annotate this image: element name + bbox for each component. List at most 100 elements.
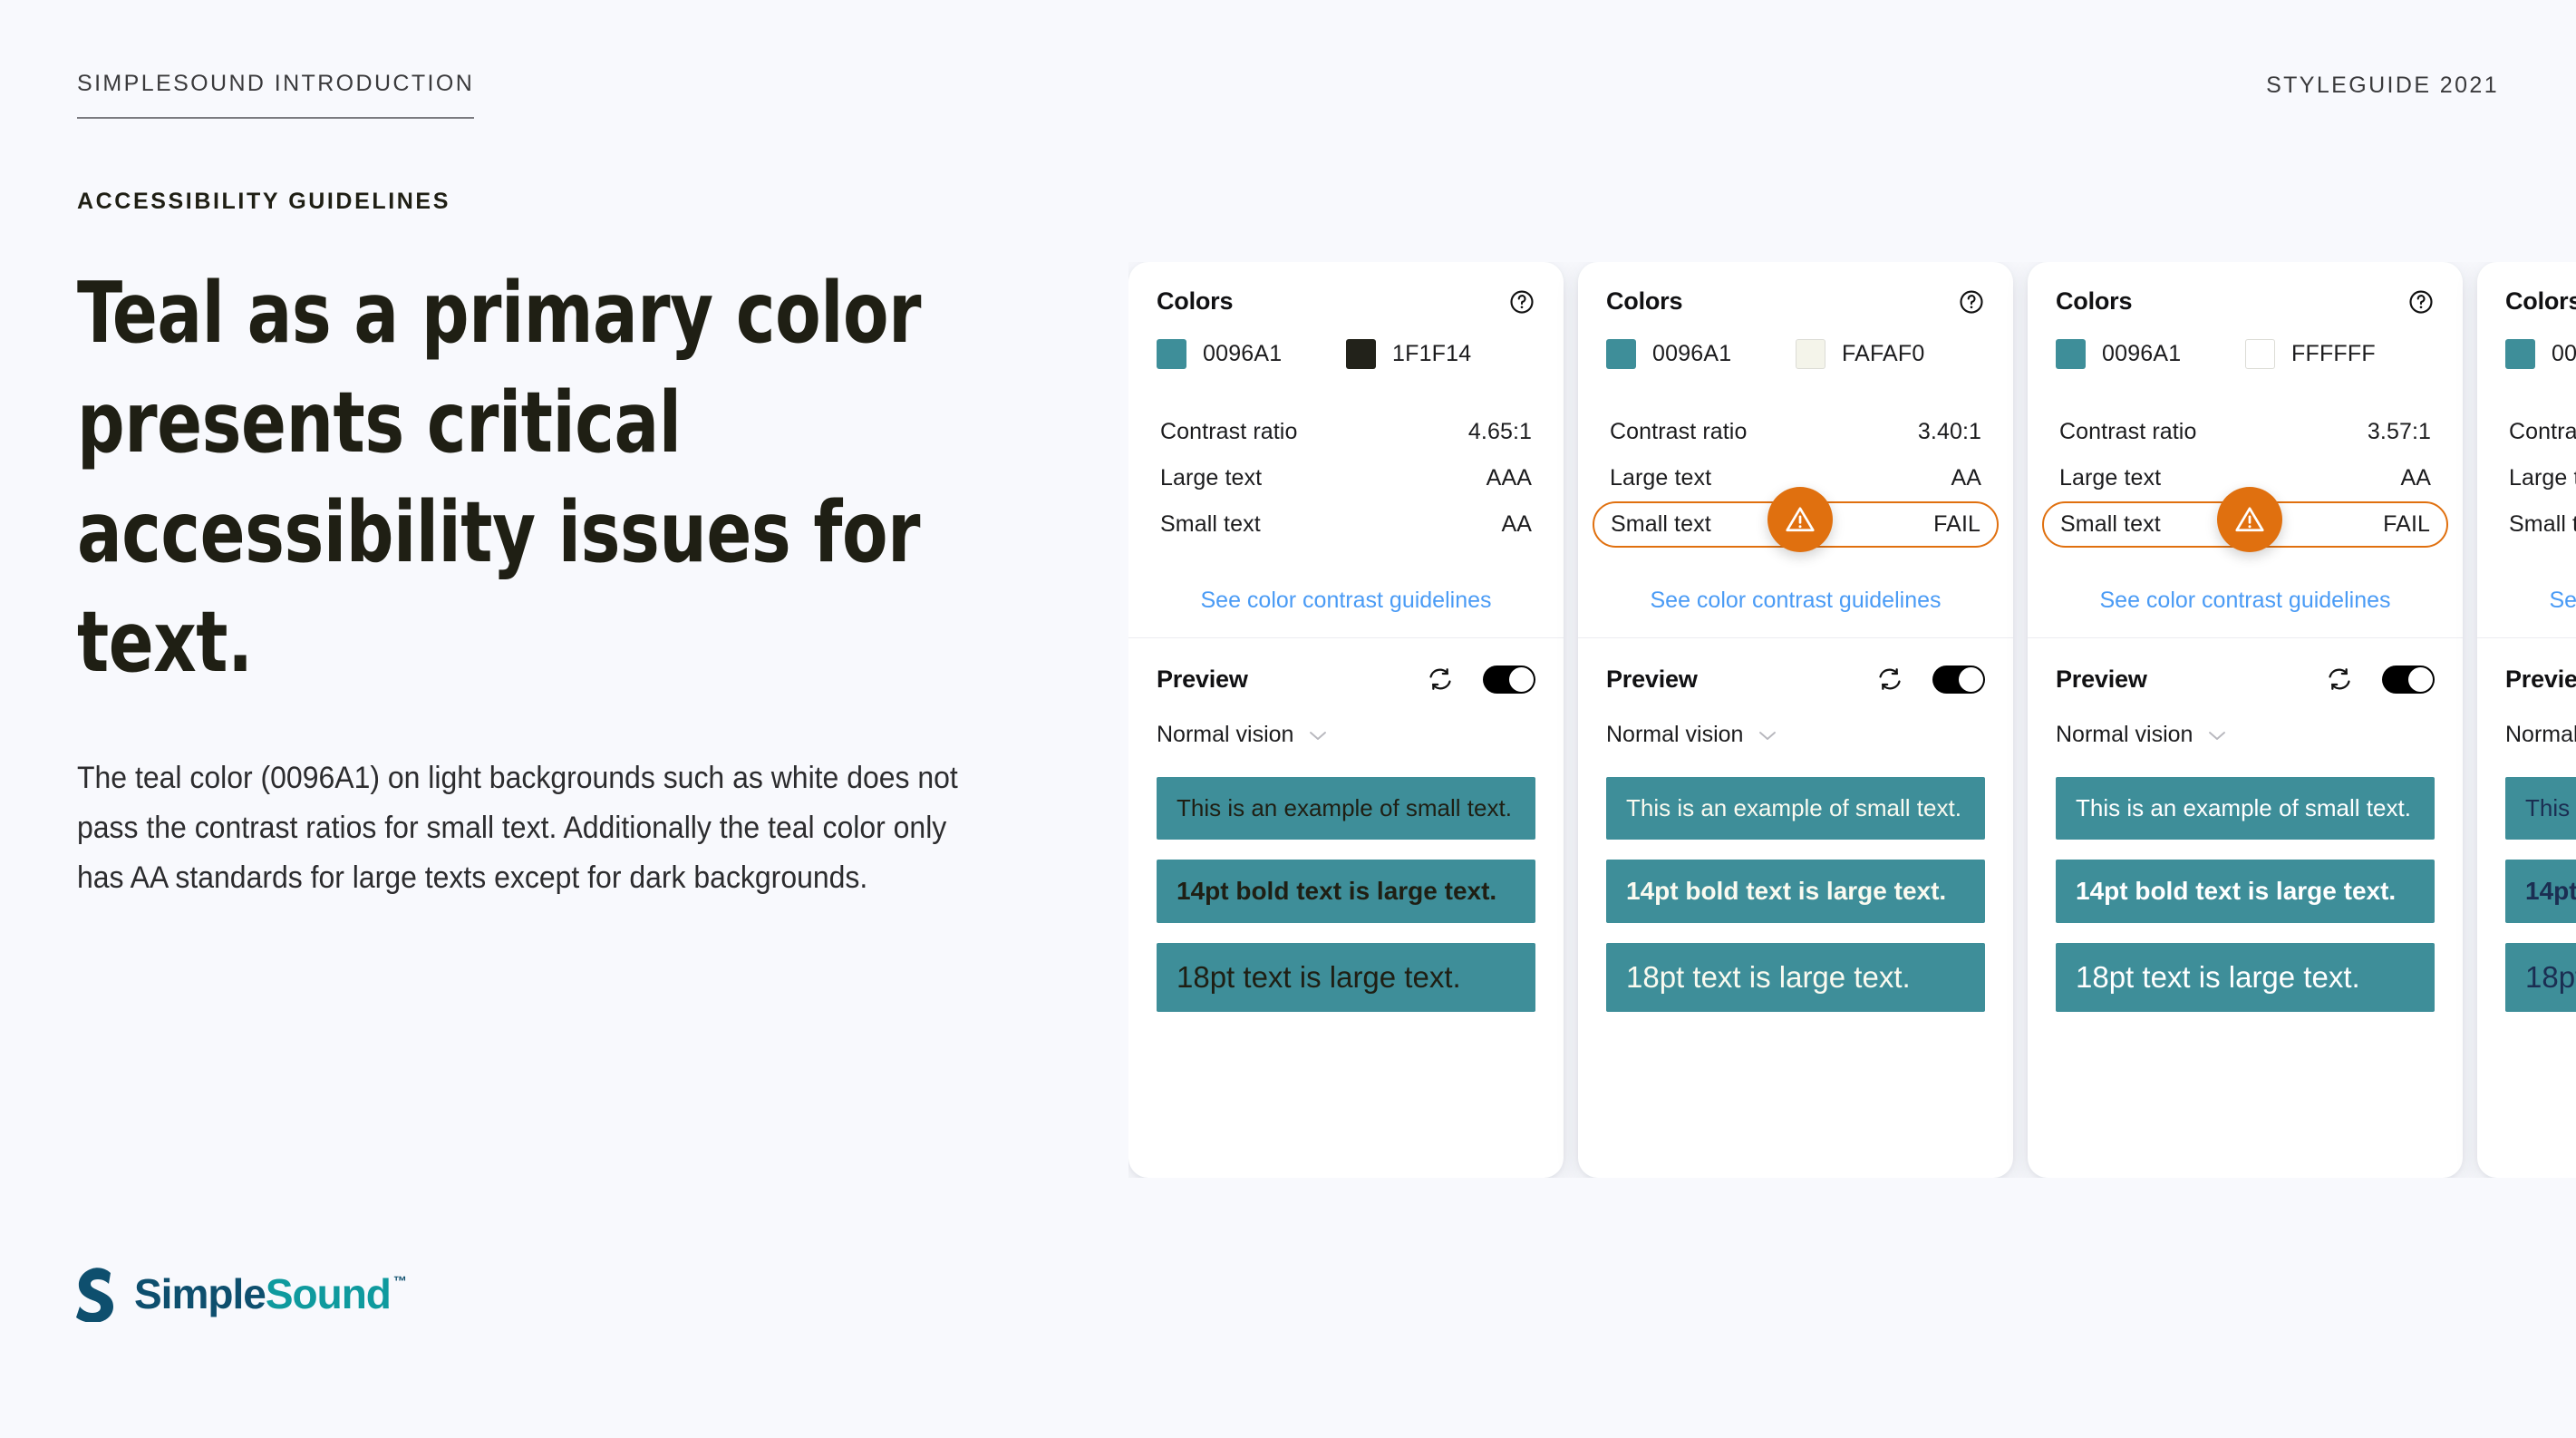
color-contrast-guidelines-link[interactable]: See color contrast guidelines bbox=[2505, 588, 2576, 614]
contrast-ratio-row: Contrast ratio bbox=[2505, 409, 2576, 455]
section-kicker: ACCESSIBILITY GUIDELINES bbox=[77, 189, 450, 214]
trademark-symbol: ™ bbox=[392, 1274, 407, 1289]
vision-mode-label: Normal vision bbox=[2505, 722, 2576, 747]
contrast-card: Colors 0096A1 FAFAF0 Contrast ratio 3.40:1 La… bbox=[1578, 262, 2013, 1178]
colors-header: Colors bbox=[1606, 287, 1985, 316]
contrast-ratio-label: Contrast ratio bbox=[1610, 419, 1748, 444]
small-text-label: Small text bbox=[2060, 511, 2161, 537]
background-swatch[interactable]: 1F1F14 bbox=[1346, 339, 1535, 369]
preview-header: Preview bbox=[1157, 664, 1535, 695]
color-contrast-guidelines-link[interactable]: See color contrast guidelines bbox=[2056, 588, 2435, 614]
large-text-label: Large text bbox=[1610, 465, 1712, 491]
colors-title: Colors bbox=[1157, 287, 1234, 315]
foreground-color-chip[interactable] bbox=[1157, 339, 1186, 369]
chevron-down-icon bbox=[2207, 722, 2227, 748]
help-circle-icon[interactable] bbox=[1958, 288, 1985, 316]
preview-header: Preview bbox=[2505, 664, 2576, 695]
large-text-label: Large text bbox=[2509, 465, 2576, 491]
sample-large-text: 18pt text is large text. bbox=[1157, 943, 1535, 1012]
warning-triangle-icon[interactable] bbox=[2217, 487, 2282, 552]
foreground-color-chip[interactable] bbox=[2505, 339, 2535, 369]
sample-large-text: 18pt text is large text. bbox=[2056, 943, 2435, 1012]
sample-bold-large-text: 14pt bold text is large text. bbox=[2505, 860, 2576, 923]
small-text-value: FAIL bbox=[1933, 511, 1980, 537]
preview-title: Preview bbox=[1606, 665, 1698, 693]
vision-mode-select[interactable]: Normal vision bbox=[2056, 722, 2435, 748]
background-color-chip[interactable] bbox=[1796, 339, 1825, 369]
swap-colors-icon[interactable] bbox=[1874, 664, 1905, 695]
swap-colors-icon[interactable] bbox=[2324, 664, 2355, 695]
contrast-ratio-row: Contrast ratio 3.57:1 bbox=[2056, 409, 2435, 455]
preview-header: Preview bbox=[1606, 664, 1985, 695]
page-title: Teal as a primary color presents critica… bbox=[77, 264, 922, 691]
background-color-chip[interactable] bbox=[1346, 339, 1376, 369]
preview-section: Preview Normal vision This is an example o… bbox=[2477, 638, 2576, 1035]
vision-mode-select[interactable]: Normal vision bbox=[2505, 722, 2576, 748]
help-circle-icon[interactable] bbox=[2407, 288, 2435, 316]
vision-mode-select[interactable]: Normal vision bbox=[1606, 722, 1985, 748]
preview-title: Preview bbox=[2056, 665, 2147, 693]
contrast-cards-rail[interactable]: Colors 0096A1 1F1F14 Contrast ratio 4.65:1 La… bbox=[1128, 262, 2576, 1178]
chevron-down-icon bbox=[1758, 722, 1777, 748]
contrast-ratio-label: Contrast ratio bbox=[1160, 419, 1298, 444]
color-contrast-guidelines-link[interactable]: See color contrast guidelines bbox=[1606, 588, 1985, 614]
breadcrumb-right: STYLEGUIDE 2021 bbox=[2266, 73, 2499, 98]
preview-toggle[interactable] bbox=[2382, 665, 2435, 694]
contrast-ratio-label: Contrast ratio bbox=[2509, 419, 2576, 444]
preview-section: Preview Normal vision This is an example o… bbox=[2028, 638, 2463, 1035]
background-swatch[interactable]: FAFAF0 bbox=[1796, 339, 1985, 369]
warning-triangle-icon[interactable] bbox=[1767, 487, 1833, 552]
vision-mode-select[interactable]: Normal vision bbox=[1157, 722, 1535, 748]
logo-word-simple: Simple bbox=[134, 1270, 266, 1317]
background-hex-label: 1F1F14 bbox=[1392, 341, 1472, 366]
preview-tools bbox=[1425, 664, 1535, 695]
foreground-color-chip[interactable] bbox=[1606, 339, 1636, 369]
contrast-card: Colors 0096A1 FFFFFF Contrast ratio 3.57:1 La… bbox=[2028, 262, 2463, 1178]
foreground-hex-label: 0096A1 bbox=[1652, 341, 1732, 366]
page-header: SIMPLESOUND INTRODUCTION STYLEGUIDE 2021 bbox=[77, 71, 2499, 119]
intro-paragraph: The teal color (0096A1) on light backgro… bbox=[77, 760, 958, 896]
contrast-ratio-row: Contrast ratio 4.65:1 bbox=[1157, 409, 1535, 455]
foreground-color-chip[interactable] bbox=[2056, 339, 2086, 369]
intro-column: ACCESSIBILITY GUIDELINES Teal as a prima… bbox=[77, 189, 993, 904]
foreground-swatch[interactable]: 0096A1 bbox=[2056, 339, 2245, 369]
small-text-value: FAIL bbox=[2383, 511, 2430, 537]
background-color-chip[interactable] bbox=[2245, 339, 2275, 369]
foreground-hex-label: 0096A1 bbox=[2102, 341, 2182, 366]
colors-title: Colors bbox=[2056, 287, 2133, 315]
colors-header: Colors bbox=[1157, 287, 1535, 316]
breadcrumb-left: SIMPLESOUND INTRODUCTION bbox=[77, 71, 475, 119]
preview-tools bbox=[2324, 664, 2435, 695]
contrast-ratio-label: Contrast ratio bbox=[2059, 419, 2197, 444]
foreground-swatch[interactable]: 0096A1 bbox=[1606, 339, 1796, 369]
small-text-value: AA bbox=[1501, 511, 1532, 537]
swap-colors-icon[interactable] bbox=[1425, 664, 1456, 695]
preview-toggle[interactable] bbox=[1932, 665, 1985, 694]
swatch-row: 0096A1 FFFFFF bbox=[2056, 339, 2435, 369]
small-text-row: Small text bbox=[2505, 501, 2576, 548]
preview-toggle[interactable] bbox=[1483, 665, 1535, 694]
contrast-ratio-value: 4.65:1 bbox=[1467, 419, 1532, 444]
contrast-ratio-value: 3.40:1 bbox=[1917, 419, 1981, 444]
vision-mode-label: Normal vision bbox=[2056, 722, 2193, 747]
large-text-value: AA bbox=[1951, 465, 1981, 491]
brand-logo: Simple Sound ™ bbox=[76, 1266, 407, 1322]
preview-title: Preview bbox=[1157, 665, 1248, 693]
foreground-swatch[interactable]: 0096A1 bbox=[2505, 339, 2576, 369]
help-circle-icon[interactable] bbox=[1508, 288, 1535, 316]
large-text-value: AAA bbox=[1486, 465, 1532, 491]
sample-small-text: This is an example of small text. bbox=[2056, 777, 2435, 840]
colors-section: Colors 0096A1 FFFFFF Contrast ratio 3.57:1 La… bbox=[2028, 262, 2463, 637]
large-text-row: Large text bbox=[2505, 455, 2576, 501]
contrast-ratio-value: 3.57:1 bbox=[2367, 419, 2431, 444]
small-text-label: Small text bbox=[1160, 511, 1261, 537]
background-swatch[interactable]: FFFFFF bbox=[2245, 339, 2435, 369]
contrast-ratio-row: Contrast ratio 3.40:1 bbox=[1606, 409, 1985, 455]
foreground-swatch[interactable]: 0096A1 bbox=[1157, 339, 1346, 369]
colors-title: Colors bbox=[2505, 287, 2576, 315]
colors-header: Colors bbox=[2056, 287, 2435, 316]
background-hex-label: FAFAF0 bbox=[1842, 341, 1925, 366]
color-contrast-guidelines-link[interactable]: See color contrast guidelines bbox=[1157, 588, 1535, 614]
sample-bold-large-text: 14pt bold text is large text. bbox=[2056, 860, 2435, 923]
preview-section: Preview Normal vision This is an example o… bbox=[1128, 638, 1564, 1035]
